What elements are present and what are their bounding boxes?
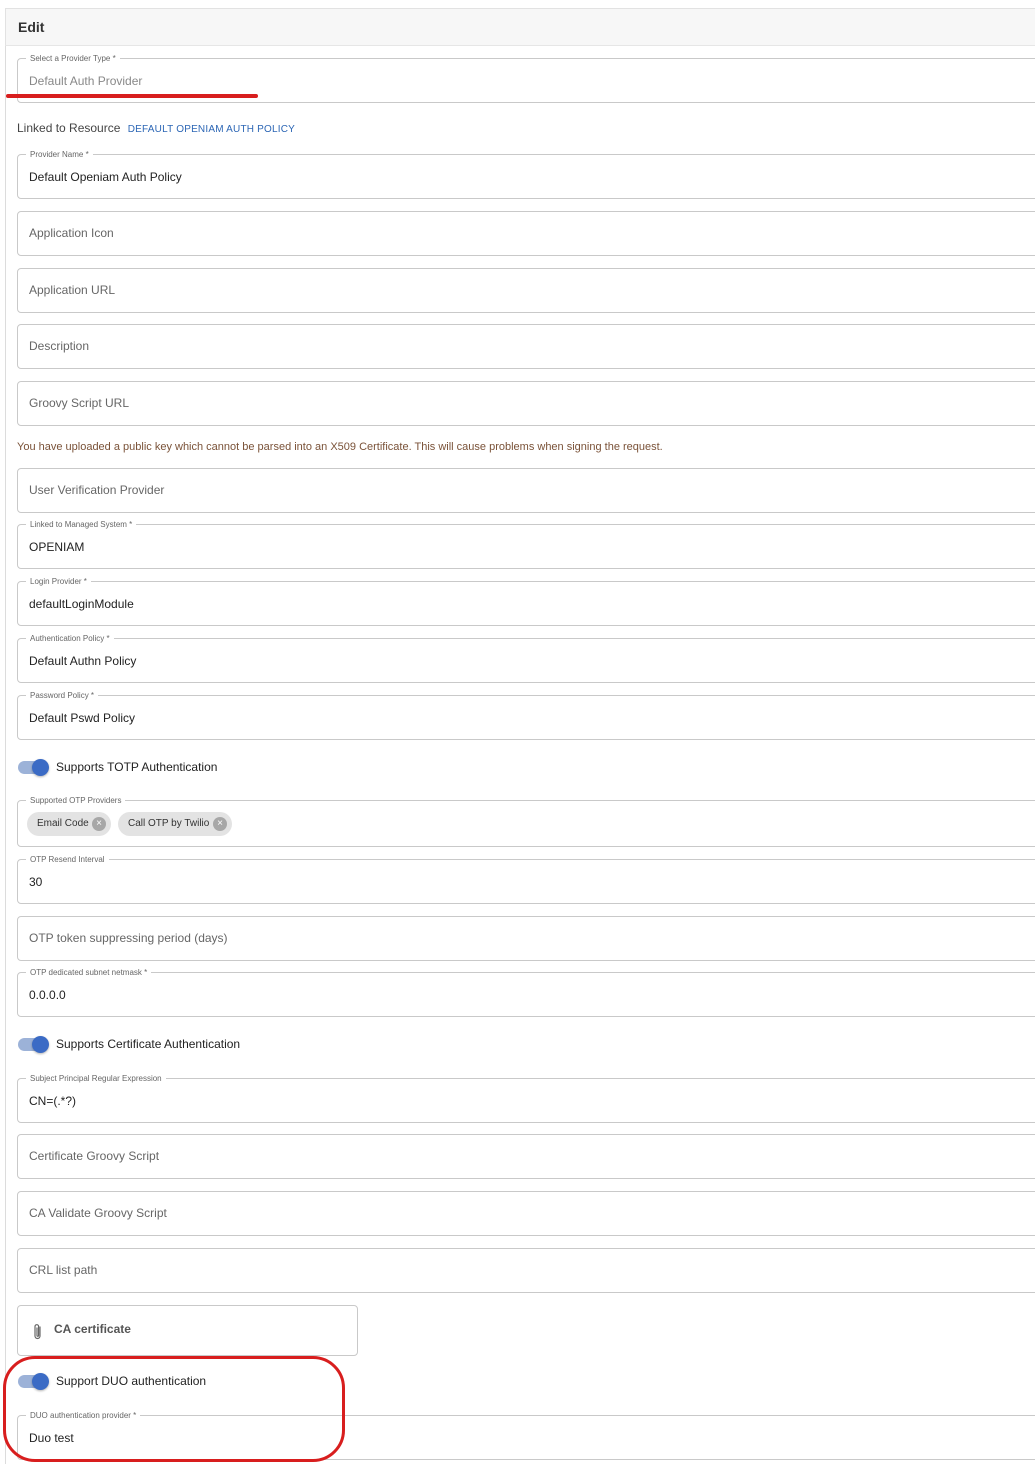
otp-resend-interval-value: 30 — [29, 875, 43, 889]
subject-principal-regex-field[interactable]: Subject Principal Regular Expression CN=… — [17, 1073, 1035, 1123]
application-url-placeholder: Application URL — [29, 283, 116, 297]
ca-certificate-label: CA certificate — [54, 1322, 131, 1336]
otp-resend-interval-legend: OTP Resend Interval — [26, 854, 109, 865]
otp-subnet-netmask-value: 0.0.0.0 — [29, 988, 66, 1002]
provider-type-legend: Select a Provider Type * — [26, 53, 120, 64]
password-policy-value: Default Pswd Policy — [29, 711, 136, 725]
password-policy-select[interactable]: Password Policy * Default Pswd Policy — [17, 690, 1035, 740]
toggle-knob — [32, 1036, 49, 1053]
otp-token-suppressing-field[interactable]: OTP token suppressing period (days) — [17, 916, 1035, 961]
otp-token-suppressing-placeholder: OTP token suppressing period (days) — [29, 931, 228, 945]
login-provider-legend: Login Provider * — [26, 576, 91, 587]
toggle-knob — [32, 759, 49, 776]
ca-certificate-upload[interactable]: CA certificate — [17, 1305, 358, 1356]
otp-providers-legend: Supported OTP Providers — [26, 795, 126, 806]
provider-name-value: Default Openiam Auth Policy — [29, 170, 182, 184]
authentication-policy-legend: Authentication Policy * — [26, 633, 114, 644]
provider-name-field[interactable]: Provider Name * Default Openiam Auth Pol… — [17, 149, 1035, 199]
authentication-policy-value: Default Authn Policy — [29, 654, 137, 668]
groovy-script-url-placeholder: Groovy Script URL — [29, 396, 130, 410]
groovy-script-url-field[interactable]: Groovy Script URL — [17, 381, 1035, 426]
remove-chip-icon[interactable]: × — [213, 817, 227, 831]
chip-email-code: Email Code × — [27, 812, 111, 836]
provider-type-value: Default Auth Provider — [29, 74, 143, 88]
otp-subnet-netmask-field[interactable]: OTP dedicated subnet netmask * 0.0.0.0 — [17, 967, 1035, 1017]
certificate-toggle[interactable] — [18, 1036, 49, 1053]
description-field[interactable]: Description — [17, 324, 1035, 369]
totp-toggle-label: Supports TOTP Authentication — [56, 760, 218, 774]
login-provider-select[interactable]: Login Provider * defaultLoginModule — [17, 576, 1035, 626]
subject-principal-regex-value: CN=(.*?) — [29, 1094, 77, 1108]
crl-list-path-placeholder: CRL list path — [29, 1263, 98, 1277]
linked-resource-label: Linked to Resource — [17, 121, 121, 135]
application-url-field[interactable]: Application URL — [17, 268, 1035, 313]
user-verification-provider-placeholder: User Verification Provider — [29, 483, 165, 497]
linked-resource: Linked to Resource DEFAULT OPENIAM AUTH … — [17, 121, 295, 135]
authentication-policy-select[interactable]: Authentication Policy * Default Authn Po… — [17, 633, 1035, 683]
ca-validate-groovy-script-placeholder: CA Validate Groovy Script — [29, 1206, 167, 1220]
annotation-circle — [3, 1356, 345, 1462]
certificate-warning: You have uploaded a public key which can… — [17, 441, 663, 453]
page-title: Edit — [18, 19, 45, 35]
certificate-toggle-label: Supports Certificate Authentication — [56, 1037, 241, 1051]
otp-resend-interval-field[interactable]: OTP Resend Interval 30 — [17, 854, 1035, 904]
managed-system-select[interactable]: Linked to Managed System * OPENIAM — [17, 519, 1035, 569]
panel-header: Edit — [5, 8, 1035, 46]
chip-label: Call OTP by Twilio — [128, 818, 210, 829]
application-icon-field[interactable]: Application Icon — [17, 211, 1035, 256]
chip-call-otp: Call OTP by Twilio × — [118, 812, 232, 836]
annotation-underline — [6, 94, 258, 98]
description-placeholder: Description — [29, 339, 90, 353]
otp-subnet-netmask-legend: OTP dedicated subnet netmask * — [26, 967, 152, 978]
application-icon-placeholder: Application Icon — [29, 226, 114, 240]
otp-providers-multiselect[interactable]: Supported OTP Providers Email Code × Cal… — [17, 795, 1035, 847]
linked-resource-link[interactable]: DEFAULT OPENIAM AUTH POLICY — [128, 124, 295, 135]
remove-chip-icon[interactable]: × — [92, 817, 106, 831]
subject-principal-regex-legend: Subject Principal Regular Expression — [26, 1073, 166, 1084]
managed-system-value: OPENIAM — [29, 540, 85, 554]
chip-label: Email Code — [37, 818, 89, 829]
certificate-groovy-script-field[interactable]: Certificate Groovy Script — [17, 1134, 1035, 1179]
paperclip-icon — [34, 1324, 41, 1340]
ca-validate-groovy-script-field[interactable]: CA Validate Groovy Script — [17, 1191, 1035, 1236]
totp-toggle[interactable] — [18, 759, 49, 776]
user-verification-provider-field[interactable]: User Verification Provider — [17, 468, 1035, 513]
login-provider-value: defaultLoginModule — [29, 597, 134, 611]
managed-system-legend: Linked to Managed System * — [26, 519, 137, 530]
certificate-groovy-script-placeholder: Certificate Groovy Script — [29, 1149, 160, 1163]
provider-name-legend: Provider Name * — [26, 149, 93, 160]
password-policy-legend: Password Policy * — [26, 690, 99, 701]
crl-list-path-field[interactable]: CRL list path — [17, 1248, 1035, 1293]
